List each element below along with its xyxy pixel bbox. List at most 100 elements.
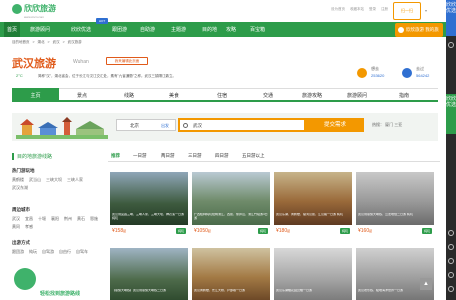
search-icon bbox=[183, 123, 188, 128]
landmark-illustration bbox=[16, 117, 108, 139]
rail-selection-button[interactable]: 欣欣优选 bbox=[446, 0, 456, 36]
nav-item-destination[interactable]: 目的地 bbox=[202, 26, 217, 33]
feedback-icon[interactable] bbox=[448, 230, 454, 236]
route-card[interactable]: 广西桂林纯玩阳朔漓江、西街、象鼻山、漓江竹筏游4日游 ¥1050起 纯玩 bbox=[192, 172, 270, 238]
tab-food[interactable]: 美食 bbox=[169, 92, 179, 99]
route-card[interactable]: 武汉东湖、黄鹤楼、楚河汉街、江汉路一日游 纯玩 ¥180起 纯玩 bbox=[274, 172, 352, 238]
sidebar-link[interactable]: 自驾游 bbox=[42, 249, 54, 255]
sidebar-link[interactable]: 黄鹤楼 bbox=[12, 177, 24, 183]
nav-item-home[interactable]: 首页 bbox=[4, 22, 21, 37]
wechat-icon[interactable] bbox=[448, 42, 454, 48]
my-trip-button[interactable]: 欣欣旅游 我的旅程 bbox=[395, 23, 443, 46]
sidebar-link[interactable]: 孝感 bbox=[25, 224, 33, 230]
sidebar-link[interactable]: 恩施 bbox=[90, 216, 98, 222]
breadcrumb-item[interactable]: 武汉 bbox=[53, 40, 60, 45]
app-icon[interactable] bbox=[448, 244, 454, 250]
been-there-icon bbox=[402, 68, 412, 78]
sidebar-link[interactable]: 襄阳 bbox=[51, 216, 59, 222]
sidebar-link-list: 跟团游 纯玩 自驾游 自由行 自驾车 bbox=[12, 249, 98, 255]
tab-tips[interactable]: 指南 bbox=[399, 92, 409, 99]
sidebar-link[interactable]: 黄石 bbox=[77, 216, 85, 222]
tab-two-day[interactable]: 两日游 bbox=[161, 153, 175, 159]
top-link-favorite[interactable]: 收藏本站 bbox=[350, 7, 364, 12]
route-price: ¥160起 bbox=[358, 228, 373, 234]
sidebar-link[interactable]: 宜昌 bbox=[25, 216, 33, 222]
tab-advisors[interactable]: 旅游顾问 bbox=[347, 92, 367, 99]
sidebar-link[interactable]: 武当山 bbox=[29, 177, 41, 183]
sidebar-link[interactable]: 十堰 bbox=[38, 216, 46, 222]
route-caption: 武汉到恩施大峡谷、云龙地缝二日游 纯玩 bbox=[358, 213, 413, 216]
depart-hint: 出发 bbox=[161, 123, 169, 128]
city-tabs: 主页 景点 线路 美食 住宿 交通 旅游攻略 旅游顾问 指南 bbox=[12, 88, 438, 102]
sidebar-link[interactable]: 纯玩 bbox=[29, 249, 37, 255]
breadcrumb-item[interactable]: 目的地首页 bbox=[12, 40, 30, 45]
tab-guides[interactable]: 旅游攻略 bbox=[302, 92, 322, 99]
sidebar-ad[interactable]: 轻松找到旅游路线 bbox=[12, 266, 102, 300]
nav-item-guide[interactable]: 攻略 bbox=[226, 26, 236, 33]
site-logo[interactable]: 欣欣旅游 bbox=[12, 3, 56, 14]
sidebar-link[interactable]: 荆州 bbox=[64, 216, 72, 222]
want-go-icon bbox=[357, 68, 367, 78]
tab-hotels[interactable]: 住宿 bbox=[217, 92, 227, 99]
tab-one-day[interactable]: 一日游 bbox=[133, 153, 147, 159]
sidebar-link[interactable]: 自由行 bbox=[59, 249, 71, 255]
want-to-go-stat[interactable]: 想去 253620 bbox=[357, 66, 399, 82]
nav-item-theme-tour[interactable]: 主题游 bbox=[171, 26, 186, 33]
sidebar-link[interactable]: 武汉东湖 bbox=[12, 185, 28, 191]
route-card[interactable]: 武汉东湖樱花园赏樱一日游 bbox=[274, 248, 352, 300]
depart-city-select[interactable]: 北京 出发 bbox=[116, 119, 176, 131]
back-to-top-button[interactable]: ▲ bbox=[420, 278, 432, 290]
top-link-homepage[interactable]: 设为首页 bbox=[331, 7, 345, 12]
route-card[interactable]: 【恩施大峡谷】武汉到恩施大峡谷二日游 bbox=[110, 248, 188, 300]
nav-item-free-tour[interactable]: 自助游 bbox=[140, 26, 155, 33]
sidebar-link[interactable]: 武汉 bbox=[12, 216, 20, 222]
route-card[interactable]: 武汉到宜昌三峡、三峡人家、三峡大坝、神农溪一日游 纯玩 ¥158起 纯玩 bbox=[110, 172, 188, 238]
tab-five-day[interactable]: 五日游以上 bbox=[242, 153, 265, 159]
tab-recommended[interactable]: 推荐 bbox=[111, 153, 120, 159]
nav-item-toolbox[interactable]: 百宝箱 bbox=[250, 26, 265, 33]
tab-home[interactable]: 主页 bbox=[12, 88, 59, 102]
top-link-login[interactable]: 登录 bbox=[369, 7, 376, 12]
ad-text: 轻松找到旅游路线 bbox=[40, 291, 81, 297]
breadcrumb-item[interactable]: 湖北 bbox=[38, 40, 45, 45]
nav-item-group-tour[interactable]: 跟团游 bbox=[112, 26, 127, 33]
submit-request-button[interactable]: 提交需求 bbox=[306, 118, 364, 132]
hot-search-item[interactable]: 三亚 bbox=[394, 122, 402, 127]
tab-attractions[interactable]: 景点 bbox=[77, 92, 87, 99]
edit-page-button[interactable]: 我来编辑此页面 bbox=[106, 57, 148, 65]
tab-three-day[interactable]: 三日游 bbox=[188, 153, 202, 159]
qr-code-icon[interactable] bbox=[448, 258, 454, 264]
sidebar-link-list: 武汉 宜昌 十堰 襄阳 荆州 黄石 恩施 黄冈 孝感 bbox=[12, 216, 98, 230]
rail-selection-button-2[interactable]: 欣欣优选 bbox=[446, 94, 456, 134]
tab-routes[interactable]: 线路 bbox=[124, 92, 134, 99]
destination-search-input[interactable]: 武汉 bbox=[178, 118, 306, 132]
scroll-top-icon[interactable] bbox=[448, 286, 454, 292]
sidebar-link[interactable]: 三峡人家 bbox=[67, 177, 83, 183]
nav-item-selection[interactable]: 欣欣优选 bbox=[71, 26, 91, 33]
customer-service-icon[interactable] bbox=[448, 272, 454, 278]
stat-value: 564242 bbox=[416, 73, 430, 78]
been-there-stat[interactable]: 去过 564242 bbox=[402, 66, 444, 82]
sidebar-link[interactable]: 黄冈 bbox=[12, 224, 20, 230]
route-caption: 【恩施大峡谷】武汉到恩施大峡谷二日游 bbox=[112, 289, 167, 292]
tab-four-day[interactable]: 四日游 bbox=[215, 153, 229, 159]
route-card[interactable]: 武汉欢乐谷、极地海洋世界一日游 bbox=[356, 248, 434, 300]
page-title: 武汉旅游 bbox=[12, 58, 56, 70]
chevron-down-icon[interactable]: ▾ bbox=[425, 8, 427, 13]
main-nav: 首页 旅游顾问 欣欣优选 跟团游 自助游 主题游 目的地 攻略 百宝箱 bbox=[0, 22, 446, 37]
sidebar-link-list: 黄鹤楼 武当山 三峡大坝 三峡人家 武汉东湖 bbox=[12, 177, 98, 191]
sidebar-link[interactable]: 三峡大坝 bbox=[46, 177, 62, 183]
my-trip-label: 欣欣旅游 我的旅程 bbox=[406, 27, 439, 46]
scan-qr-button[interactable]: 扫一扫 bbox=[393, 2, 421, 20]
nav-item-advisor[interactable]: 旅游顾问 bbox=[30, 26, 50, 33]
sidebar-link[interactable]: 跟团游 bbox=[12, 249, 24, 255]
sidebar-section-title: 周边城市 bbox=[12, 207, 30, 212]
sidebar-link[interactable]: 自驾车 bbox=[76, 249, 88, 255]
hot-badge: HOT bbox=[96, 18, 108, 24]
destination-search-value: 武汉 bbox=[193, 123, 202, 128]
hot-search-item[interactable]: 厦门 bbox=[385, 122, 393, 127]
tab-transport[interactable]: 交通 bbox=[263, 92, 273, 99]
top-link-register[interactable]: 注册 bbox=[381, 7, 388, 12]
route-card[interactable]: 武汉黄鹤楼、长江大桥、户部巷一日游 bbox=[192, 248, 270, 300]
route-card[interactable]: 武汉到恩施大峡谷、云龙地缝二日游 纯玩 ¥160起 纯玩 bbox=[356, 172, 434, 238]
